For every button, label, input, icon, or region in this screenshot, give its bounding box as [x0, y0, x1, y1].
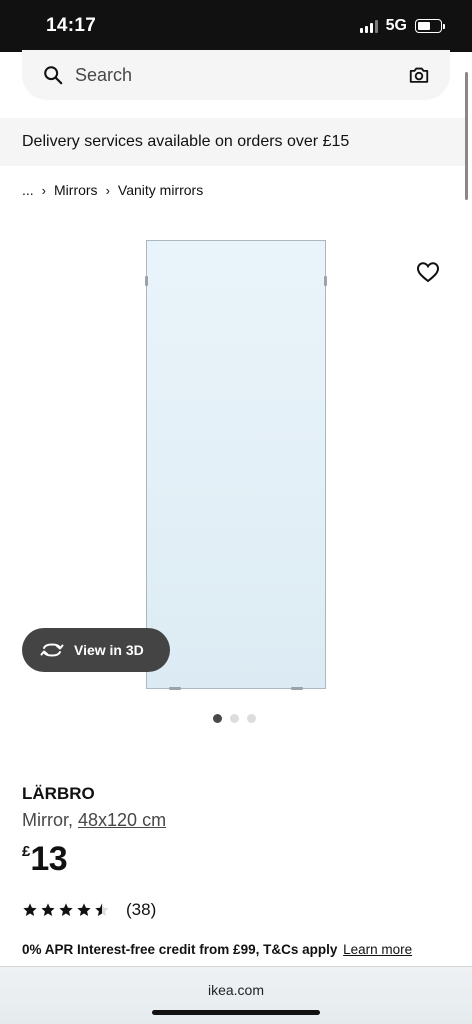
star-half-icon — [95, 903, 109, 916]
rating-count[interactable]: (38) — [126, 900, 156, 920]
product-size-link[interactable]: 48x120 cm — [78, 810, 166, 830]
delivery-banner-text: Delivery services available on orders ov… — [22, 133, 350, 150]
signal-icon — [359, 19, 378, 33]
delivery-banner[interactable]: Delivery services available on orders ov… — [0, 118, 468, 166]
browser-address-bar[interactable]: ikea.com — [0, 966, 472, 1024]
rotate-3d-icon — [40, 643, 64, 657]
gallery-dot[interactable] — [230, 714, 239, 723]
battery-icon — [415, 19, 445, 33]
credit-info: 0% APR Interest-free credit from £99, T&… — [22, 942, 412, 957]
product-type: Mirror, — [22, 810, 73, 830]
status-bar: 14:17 5G — [0, 0, 472, 52]
browser-url[interactable]: ikea.com — [0, 982, 472, 998]
status-indicators: 5G — [359, 17, 445, 35]
search-bar[interactable]: Search — [22, 50, 450, 100]
star-icon — [41, 903, 55, 916]
product-name: LÄRBRO — [22, 784, 95, 803]
star-icon — [77, 903, 91, 916]
price-value: 13 — [30, 840, 68, 878]
breadcrumb: ... › Mirrors › Vanity mirrors — [22, 182, 203, 198]
status-time: 14:17 — [46, 15, 97, 36]
product-price: £13 — [22, 840, 68, 879]
chevron-right-icon: › — [41, 182, 47, 198]
learn-more-link[interactable]: Learn more — [343, 942, 412, 957]
view-in-3d-label: View in 3D — [74, 642, 144, 658]
product-image — [145, 240, 327, 690]
price-currency: £ — [22, 843, 31, 860]
page-scrollbar[interactable] — [465, 72, 468, 200]
star-icon — [23, 903, 37, 916]
rating-stars — [22, 902, 110, 918]
breadcrumb-ellipsis[interactable]: ... — [22, 182, 34, 198]
credit-text: 0% APR Interest-free credit from £99, T&… — [22, 942, 338, 957]
gallery-pagination — [213, 714, 256, 723]
product-description: Mirror, 48x120 cm — [22, 810, 166, 831]
view-in-3d-button[interactable]: View in 3D — [22, 628, 170, 672]
gallery-dot[interactable] — [247, 714, 256, 723]
breadcrumb-item-mirrors[interactable]: Mirrors — [54, 182, 98, 198]
heart-icon[interactable] — [416, 261, 440, 283]
chevron-right-icon: › — [105, 182, 110, 198]
search-input[interactable]: Search — [75, 65, 132, 86]
network-label: 5G — [385, 17, 407, 34]
camera-icon[interactable] — [408, 64, 430, 86]
search-icon — [44, 66, 63, 85]
product-image-gallery[interactable]: View in 3D — [0, 212, 472, 712]
home-indicator[interactable] — [152, 1010, 320, 1015]
product-rating[interactable]: (38) — [22, 900, 156, 920]
star-icon — [59, 903, 73, 916]
breadcrumb-item-vanity-mirrors[interactable]: Vanity mirrors — [118, 182, 203, 198]
gallery-dot[interactable] — [213, 714, 222, 723]
